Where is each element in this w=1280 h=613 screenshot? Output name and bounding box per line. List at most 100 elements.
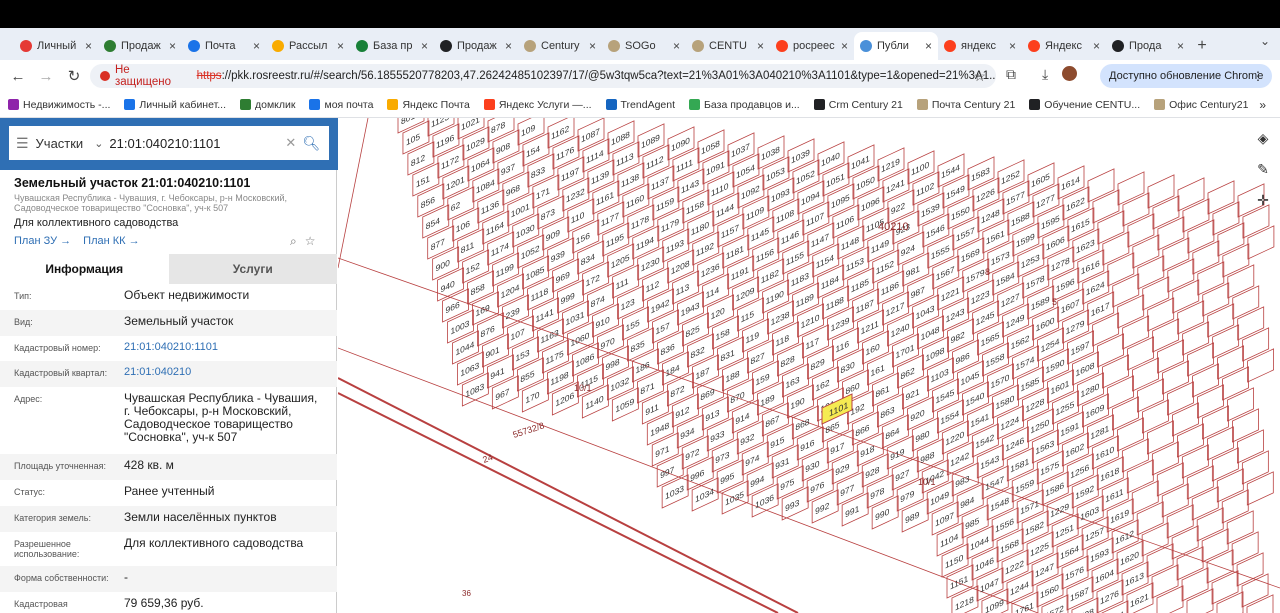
tab-close-icon[interactable]: ×	[505, 39, 512, 53]
bookmark-item[interactable]: Недвижимость -...	[8, 99, 110, 111]
land-plot-outline[interactable]	[1227, 387, 1254, 422]
search-type-select[interactable]: Участки	[36, 136, 95, 151]
tab-search-icon[interactable]: ⌄	[1260, 34, 1270, 48]
profile-avatar-icon[interactable]	[1062, 66, 1078, 81]
tab-close-icon[interactable]: ×	[1009, 39, 1016, 53]
land-plot-outline[interactable]	[1177, 423, 1204, 458]
land-plot-outline[interactable]	[1232, 285, 1260, 320]
browser-tab[interactable]: Продаж ×	[98, 32, 182, 60]
menu-icon[interactable]: ☰	[9, 135, 36, 152]
land-plot-outline[interactable]	[1227, 264, 1255, 299]
chevron-down-icon[interactable]: ⌄	[94, 137, 109, 150]
land-plot-outline[interactable]	[1182, 321, 1210, 356]
browser-tab[interactable]: яндекс ×	[938, 32, 1022, 60]
browser-tab[interactable]: База пр ×	[350, 32, 434, 60]
land-plot-outline[interactable]	[1222, 366, 1249, 401]
land-plot-outline[interactable]	[1216, 591, 1244, 613]
security-warning[interactable]: Не защищено	[100, 64, 189, 88]
land-plot-outline[interactable]	[1107, 375, 1134, 410]
bookmark-item[interactable]: домклик	[240, 99, 295, 111]
land-plot-outline[interactable]	[1231, 531, 1259, 566]
land-plot-outline[interactable]	[1122, 315, 1150, 350]
more-vert-icon[interactable]: ⋮	[1252, 69, 1264, 83]
land-plot-outline[interactable]	[1206, 549, 1234, 584]
browser-tab[interactable]: SOGo ×	[602, 32, 686, 60]
address-bar[interactable]: Не защищено https://pkk.rosreestr.ru/#/s…	[90, 64, 996, 88]
land-plot-outline[interactable]	[1092, 312, 1120, 347]
tab-close-icon[interactable]: ×	[757, 39, 764, 53]
land-plot-outline[interactable]	[1207, 180, 1235, 215]
field-value-link[interactable]: 21:01:040210:1101	[124, 336, 323, 361]
land-plot-outline[interactable]	[1121, 438, 1149, 473]
tab-services[interactable]: Услуги	[168, 254, 337, 284]
land-plot-outline[interactable]	[1217, 222, 1245, 257]
land-plot-outline[interactable]	[1152, 195, 1180, 230]
land-plot-outline[interactable]	[1142, 399, 1169, 434]
bookmark-item[interactable]: Яндекс Услуги —...	[483, 99, 592, 111]
land-plot-outline[interactable]	[1192, 240, 1220, 275]
bookmarks-overflow-icon[interactable]: »	[1259, 98, 1266, 112]
favorite-star-icon[interactable]: ☆	[305, 234, 316, 249]
land-plot-outline[interactable]	[1211, 570, 1239, 605]
land-plot-outline[interactable]	[1122, 192, 1150, 227]
land-plot-outline[interactable]	[1157, 339, 1184, 374]
land-plot-outline[interactable]	[1132, 234, 1160, 269]
land-plot-outline[interactable]	[1167, 381, 1194, 416]
land-plot-outline[interactable]	[1152, 318, 1180, 353]
land-plot-outline[interactable]	[1237, 306, 1265, 341]
land-plot-outline[interactable]	[1202, 282, 1230, 317]
cadastral-map[interactable]: 801 105 812 151 856 854 877 900 940 966 1003 1044 10…	[338, 118, 1280, 613]
land-plot-outline[interactable]	[1156, 462, 1184, 497]
land-plot-outline[interactable]	[1147, 420, 1174, 455]
land-plot-outline[interactable]	[1166, 504, 1194, 539]
chrome-update-button[interactable]: Доступно обновление Chrome ⋮	[1100, 64, 1272, 88]
land-plot-outline[interactable]	[1162, 360, 1189, 395]
tab-close-icon[interactable]: ×	[1093, 39, 1100, 53]
land-plot-outline[interactable]	[1151, 564, 1179, 599]
bookmark-item[interactable]: База продавцов и...	[689, 99, 800, 111]
land-plot-outline[interactable]	[1181, 567, 1209, 602]
tab-close-icon[interactable]: ×	[421, 39, 428, 53]
land-plot-outline[interactable]	[1181, 444, 1209, 479]
land-plot-outline[interactable]	[1241, 450, 1269, 485]
land-plot-outline[interactable]	[1217, 345, 1244, 380]
tab-close-icon[interactable]: ×	[1177, 39, 1184, 53]
browser-tab[interactable]: Century ×	[518, 32, 602, 60]
land-plot-outline[interactable]	[1167, 258, 1195, 293]
browser-tab[interactable]: Продаж ×	[434, 32, 518, 60]
land-plot-outline[interactable]	[1207, 303, 1235, 338]
land-plot-outline[interactable]	[1226, 510, 1254, 545]
layers-icon[interactable]: ◈	[1258, 130, 1269, 147]
extensions-icon[interactable]: ⧉	[1006, 66, 1016, 83]
land-plot-outline[interactable]	[1141, 522, 1169, 557]
land-plot-outline[interactable]	[1242, 327, 1270, 362]
locate-icon[interactable]: ✛	[1257, 192, 1269, 209]
land-plot-outline[interactable]	[1171, 525, 1199, 560]
search-icon[interactable]: 🔍︎	[302, 135, 329, 152]
bookmark-star-icon[interactable]: ☆	[973, 68, 986, 85]
land-plot-outline[interactable]	[1092, 189, 1120, 224]
bookmark-item[interactable]: Личный кабинет...	[124, 99, 226, 111]
clear-icon[interactable]: ✕	[285, 135, 302, 151]
land-plot-outline[interactable]	[1097, 210, 1125, 245]
browser-tab[interactable]: Личный ×	[14, 32, 98, 60]
land-plot-outline[interactable]	[1151, 441, 1179, 476]
bookmark-item[interactable]: Crm Century 21	[813, 99, 903, 111]
tab-close-icon[interactable]: ×	[589, 39, 596, 53]
land-plot-outline[interactable]	[1212, 324, 1240, 359]
land-plot-outline[interactable]	[1117, 294, 1145, 329]
land-plot-outline[interactable]	[1102, 354, 1129, 389]
land-plot-outline[interactable]	[1197, 384, 1224, 419]
tab-close-icon[interactable]: ×	[85, 39, 92, 53]
land-plot-outline[interactable]	[1187, 219, 1215, 254]
field-value-link[interactable]: 21:01:040210	[124, 361, 323, 387]
land-plot-outline[interactable]	[1112, 396, 1139, 431]
browser-tab[interactable]: росреес ×	[770, 32, 854, 60]
land-plot-outline[interactable]	[1162, 237, 1190, 272]
tab-close-icon[interactable]: ×	[253, 39, 260, 53]
land-plot-outline[interactable]	[1117, 171, 1145, 206]
land-plot-outline[interactable]	[1212, 201, 1240, 236]
land-plot-outline[interactable]	[1157, 216, 1185, 251]
bookmark-item[interactable]: моя почта	[309, 99, 373, 111]
land-plot-outline[interactable]	[1172, 402, 1199, 437]
